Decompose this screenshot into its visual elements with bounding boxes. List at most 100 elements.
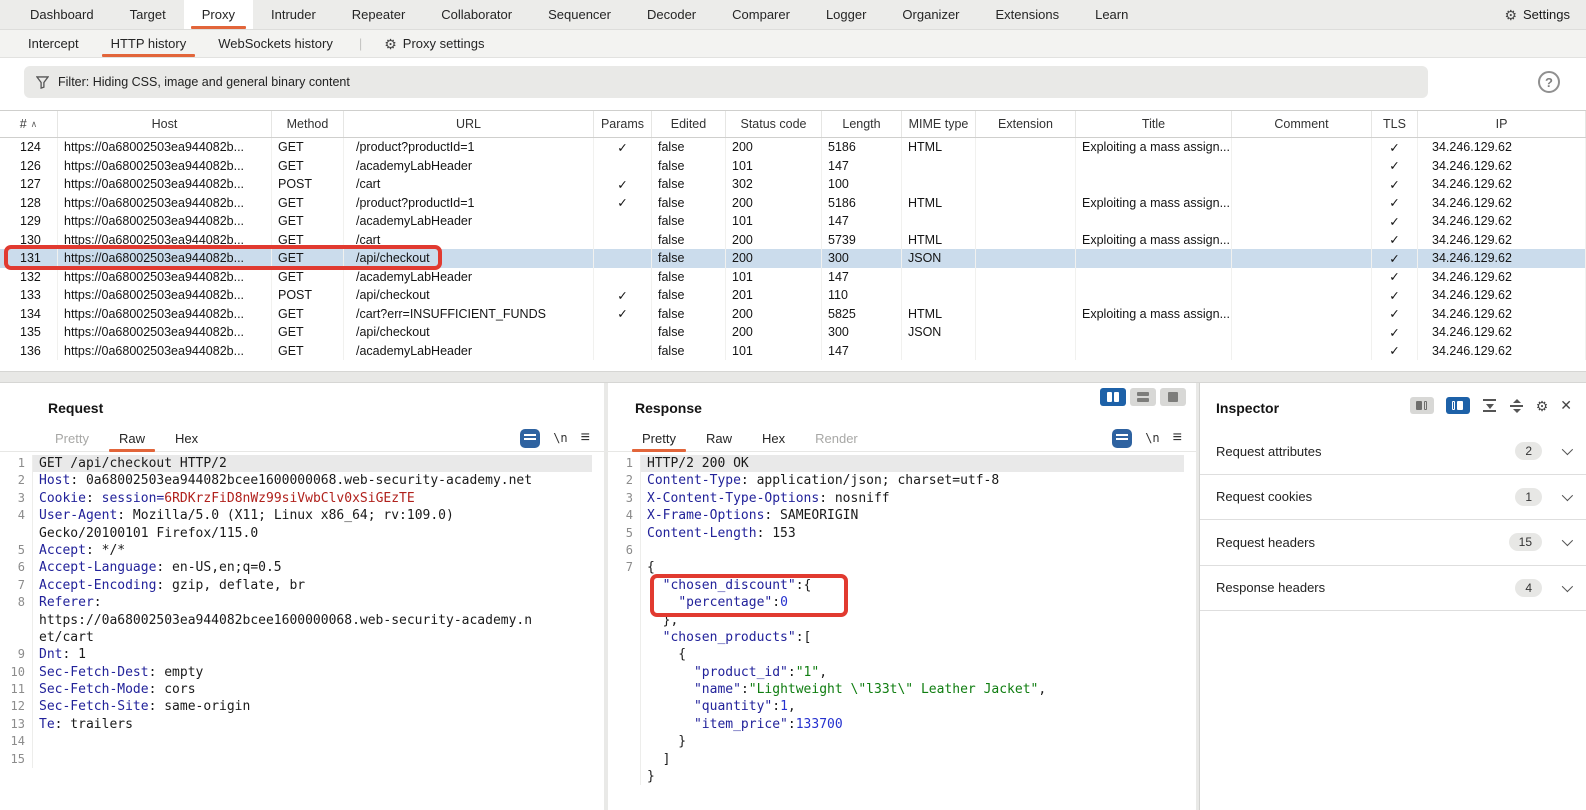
table-row[interactable]: 131 https://0a68002503ea944082b... GET/api… [0, 249, 1586, 268]
table-row[interactable]: 135 https://0a68002503ea944082b... GET/api… [0, 323, 1586, 342]
response-tab-hex[interactable]: Hex [747, 426, 800, 451]
response-editor[interactable]: 1 HTTP/2 200 OK 2 Content-Type: application… [608, 455, 1184, 810]
close-icon[interactable]: ✕ [1560, 397, 1572, 414]
cell-params: ✓ [594, 138, 652, 157]
history-table-header[interactable]: # ∧ Host Method URL Params Edited Status code Le… [0, 110, 1586, 138]
column-header--[interactable]: # ∧ [0, 111, 58, 137]
inspector-section-response-headers[interactable]: Response headers 4 [1200, 566, 1586, 611]
inspector-section-request-headers[interactable]: Request headers 15 [1200, 520, 1586, 566]
horizontal-splitter[interactable] [0, 371, 1586, 383]
inspector-dock-right-icon[interactable] [1445, 397, 1470, 414]
newline-icon[interactable]: \n [1145, 431, 1159, 445]
tab-target[interactable]: Target [112, 0, 184, 29]
prettify-icon[interactable] [520, 428, 541, 448]
column-header-tls[interactable]: TLS [1372, 111, 1418, 137]
inspector-section-request-attributes[interactable]: Request attributes 2 [1200, 429, 1586, 475]
table-row[interactable]: 130 https://0a68002503ea944082b... GET/car… [0, 230, 1586, 249]
tab-logger[interactable]: Logger [808, 0, 884, 29]
newline-icon[interactable]: \n [553, 431, 567, 445]
subtab-intercept[interactable]: Intercept [12, 30, 95, 57]
response-tab-raw[interactable]: Raw [691, 426, 747, 451]
tab-decoder[interactable]: Decoder [629, 0, 714, 29]
table-row[interactable]: 136 https://0a68002503ea944082b... GET/aca… [0, 341, 1586, 360]
column-header-title[interactable]: Title [1076, 111, 1232, 137]
tab-organizer[interactable]: Organizer [884, 0, 977, 29]
menu-icon[interactable]: ≡ [1173, 429, 1182, 447]
column-header-extension[interactable]: Extension [976, 111, 1076, 137]
column-header-mime-type[interactable]: MIME type [902, 111, 976, 137]
table-row[interactable]: 127 https://0a68002503ea944082b... POST/ca… [0, 175, 1586, 194]
column-header-method[interactable]: Method [272, 111, 344, 137]
layout-rows-button[interactable] [1130, 388, 1156, 406]
line-text: "item_price":133700 [640, 715, 1184, 734]
help-icon[interactable]: ? [1538, 71, 1560, 93]
subtab-websockets-history[interactable]: WebSockets history [202, 30, 349, 57]
cell-mime [902, 267, 976, 286]
table-row[interactable]: 126 https://0a68002503ea944082b... GET/aca… [0, 156, 1586, 175]
cell-url: /cart [344, 230, 594, 249]
cell-method: GET [272, 156, 344, 175]
expand-all-icon[interactable] [1509, 398, 1524, 413]
cell-extension [976, 286, 1076, 305]
menu-icon[interactable]: ≡ [581, 429, 590, 447]
collapse-all-icon[interactable] [1482, 398, 1497, 413]
tab-intruder[interactable]: Intruder [253, 0, 334, 29]
tab-learn[interactable]: Learn [1077, 0, 1146, 29]
code-line: https://0a68002503ea944082bcee1600000068… [0, 611, 592, 629]
column-header-edited[interactable]: Edited [652, 111, 726, 137]
tab-proxy[interactable]: Proxy [183, 0, 253, 29]
cell-comment [1232, 175, 1372, 194]
filter-bar[interactable]: Filter: Hiding CSS, image and general bi… [24, 66, 1428, 98]
cell-tls: ✓ [1372, 193, 1418, 212]
tab-extensions[interactable]: Extensions [978, 0, 1078, 29]
cell-num: 130 [0, 230, 58, 249]
prettify-icon[interactable] [1112, 428, 1133, 448]
tab-collaborator[interactable]: Collaborator [423, 0, 530, 29]
proxy-settings-button[interactable]: ⚙ Proxy settings [372, 30, 496, 57]
table-row[interactable]: 132 https://0a68002503ea944082b... GET/aca… [0, 267, 1586, 286]
line-text: } [640, 768, 1184, 786]
column-header-params[interactable]: Params [594, 111, 652, 137]
tab-repeater[interactable]: Repeater [334, 0, 423, 29]
table-row[interactable]: 124 https://0a68002503ea944082b... GET/pro… [0, 138, 1586, 157]
cell-params [594, 212, 652, 231]
code-line: } [608, 768, 1184, 786]
tab-comparer[interactable]: Comparer [714, 0, 808, 29]
line-number: 10 [10, 664, 25, 679]
request-tab-hex[interactable]: Hex [160, 426, 213, 451]
tab-sequencer[interactable]: Sequencer [530, 0, 629, 29]
layout-single-button[interactable] [1160, 388, 1186, 406]
table-row[interactable]: 129 https://0a68002503ea944082b... GET/aca… [0, 212, 1586, 231]
response-tab-pretty[interactable]: Pretty [627, 426, 691, 452]
cell-length: 5186 [822, 193, 902, 212]
column-header-label: Status code [740, 117, 807, 131]
inspector-dock-left-icon[interactable] [1409, 397, 1434, 414]
column-header-ip[interactable]: IP [1418, 111, 1586, 137]
cell-url: /academyLabHeader [344, 212, 594, 231]
cell-num: 134 [0, 304, 58, 323]
column-header-comment[interactable]: Comment [1232, 111, 1372, 137]
settings-button[interactable]: ⚙ Settings [1488, 0, 1586, 29]
line-text: Host: 0a68002503ea944082bcee1600000068.w… [32, 472, 592, 490]
chevron-down-icon [1561, 444, 1574, 456]
checkmark-icon: ✓ [1389, 159, 1400, 174]
line-number: 8 [17, 595, 25, 610]
column-header-status-code[interactable]: Status code [726, 111, 822, 137]
subtab-http-history[interactable]: HTTP history [95, 30, 203, 57]
request-tab-pretty[interactable]: Pretty [40, 426, 104, 451]
cell-title [1076, 323, 1232, 342]
table-row[interactable]: 134 https://0a68002503ea944082b... GET/car… [0, 304, 1586, 323]
table-row[interactable]: 133 https://0a68002503ea944082b... POST/ap… [0, 286, 1586, 305]
response-tab-render[interactable]: Render [800, 426, 873, 451]
column-header-host[interactable]: Host [58, 111, 272, 137]
column-header-url[interactable]: URL [344, 111, 594, 137]
request-tab-raw[interactable]: Raw [104, 426, 160, 452]
cell-edited: false [652, 156, 726, 175]
inspector-section-request-cookies[interactable]: Request cookies 1 [1200, 475, 1586, 520]
gear-icon[interactable]: ⚙ [1536, 399, 1549, 413]
table-row[interactable]: 128 https://0a68002503ea944082b... GET/pro… [0, 193, 1586, 212]
column-header-length[interactable]: Length [822, 111, 902, 137]
layout-columns-button[interactable] [1100, 388, 1126, 406]
request-editor[interactable]: 1 GET /api/checkout HTTP/2 2 Host: 0a680025… [0, 455, 592, 810]
tab-dashboard[interactable]: Dashboard [12, 0, 112, 29]
